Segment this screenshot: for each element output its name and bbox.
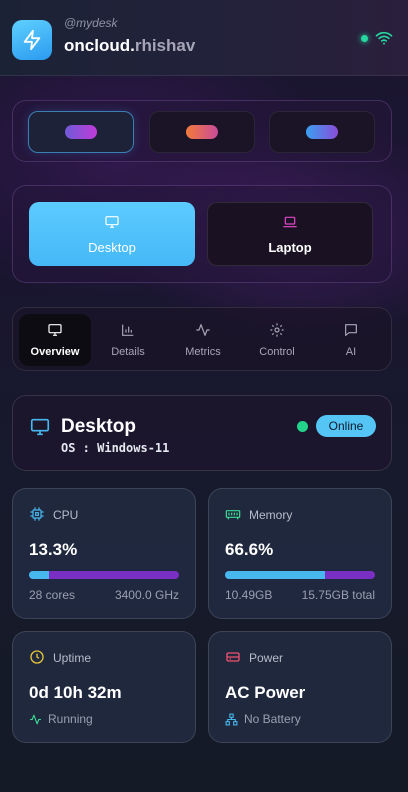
activity-icon (196, 324, 210, 336)
memory-label: Memory (249, 508, 293, 522)
memory-used: 10.49GB (225, 588, 273, 602)
cpu-icon (30, 507, 44, 521)
desktop-label: Desktop (88, 239, 136, 255)
uptime-state: Running (29, 712, 93, 726)
uptime-card: Uptime 0d 10h 32m Running (12, 631, 196, 743)
user-handle: @mydesk (64, 16, 118, 30)
cpu-clock: 3400.0 GHz (114, 588, 179, 602)
cpu-usage-bar (29, 571, 179, 579)
tab-label: Overview (30, 346, 80, 358)
brand-title: oncloud.rhishav (64, 36, 195, 56)
desktop-button[interactable]: Desktop (29, 202, 195, 266)
theme-swatch (186, 125, 218, 139)
tab-label: Control (259, 346, 295, 358)
power-card: Power AC Power No Battery (208, 631, 392, 743)
tab-label: AI (345, 346, 357, 358)
wifi-icon (375, 31, 393, 45)
tab-ai[interactable]: AI (315, 314, 387, 366)
status-badge: Online (316, 415, 376, 437)
cpu-card: CPU 13.3% 28 cores 3400.0 GHz (12, 488, 196, 619)
memory-usage-bar (225, 571, 375, 579)
activity-icon (30, 714, 41, 724)
theme-selector (12, 100, 392, 162)
monitor-icon (30, 418, 50, 436)
monitor-icon (48, 324, 62, 336)
device-os: OS : Windows-11 (61, 441, 170, 455)
theme-purple-button[interactable] (28, 111, 134, 153)
device-title: Desktop (61, 416, 136, 437)
power-value: AC Power (225, 683, 306, 702)
lightning-icon[interactable] (12, 20, 52, 60)
uptime-label: Uptime (53, 651, 92, 665)
gear-icon (270, 323, 284, 337)
online-indicator (297, 421, 308, 432)
network-icon (225, 713, 238, 725)
theme-blue-button[interactable] (269, 111, 375, 153)
uptime-state-label: Running (48, 712, 93, 726)
memory-total: 15.75GB total (301, 588, 375, 602)
clock-icon (30, 650, 44, 664)
tab-label: Metrics (185, 346, 221, 358)
theme-orange-button[interactable] (149, 111, 255, 153)
memory-icon (225, 510, 241, 520)
uptime-value: 0d 10h 32m (29, 683, 122, 702)
laptop-button[interactable]: Laptop (207, 202, 373, 266)
power-label: Power (249, 651, 284, 665)
laptop-icon (283, 216, 297, 227)
cpu-cores: 28 cores (29, 588, 76, 602)
memory-usage-fill (225, 571, 325, 579)
connection-status-dot (361, 35, 368, 42)
tab-details[interactable]: Details (92, 314, 164, 366)
tab-label: Details (111, 346, 145, 358)
tab-control[interactable]: Control (241, 314, 313, 366)
theme-swatch (65, 125, 97, 139)
device-status-card: Desktop OS : Windows-11 Online (12, 395, 392, 471)
tab-overview[interactable]: Overview (19, 314, 91, 366)
app-header: @mydesk oncloud.rhishav (0, 0, 408, 76)
monitor-icon (105, 215, 119, 228)
memory-value: 66.6% (225, 540, 274, 559)
brand-main: oncloud. (64, 36, 135, 55)
cpu-value: 13.3% (29, 540, 78, 559)
tab-metrics[interactable]: Metrics (167, 314, 239, 366)
bar-chart-icon (122, 324, 134, 336)
memory-card: Memory 66.6% 10.49GB 15.75GB total (208, 488, 392, 619)
power-supply-icon (226, 652, 240, 662)
cpu-usage-fill (29, 571, 49, 579)
laptop-label: Laptop (268, 239, 312, 255)
battery-state: No Battery (225, 712, 301, 726)
message-icon (345, 324, 357, 336)
theme-swatch (306, 125, 338, 139)
device-selector: Desktop Laptop (12, 185, 392, 283)
cpu-label: CPU (53, 508, 79, 522)
brand-user: rhishav (134, 36, 196, 55)
tab-bar: Overview Details Metrics Control AI (12, 307, 392, 371)
battery-state-label: No Battery (244, 712, 301, 726)
